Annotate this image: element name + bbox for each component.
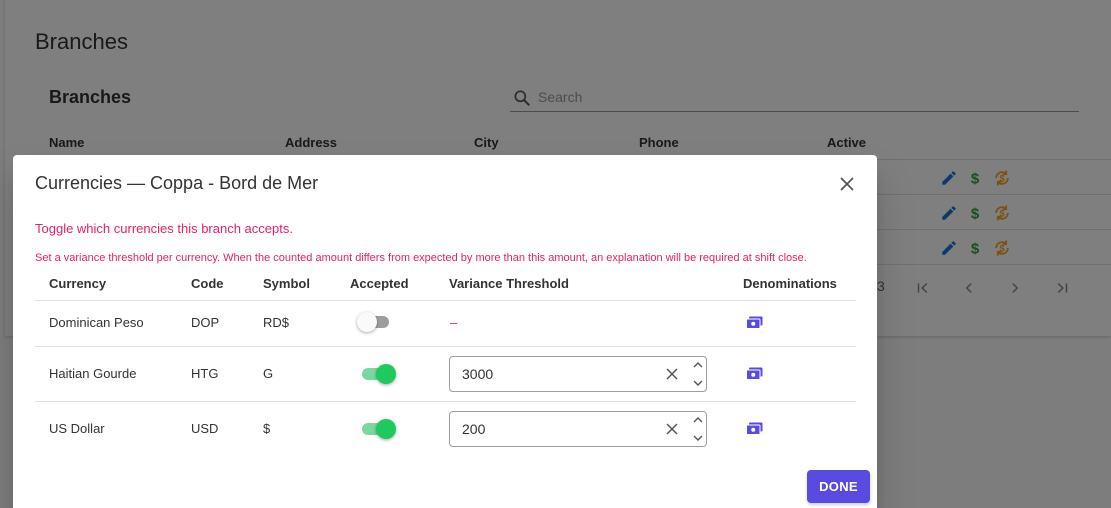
cash-stack-icon[interactable] (746, 422, 763, 435)
row-divider (35, 346, 856, 347)
clear-icon[interactable] (666, 368, 678, 380)
threshold-input-htg[interactable]: 3000 (449, 356, 707, 392)
currency-symbol: $ (263, 421, 271, 436)
column-header-code: Code (191, 276, 224, 291)
threshold-value: 200 (462, 421, 486, 437)
row-divider (35, 300, 856, 301)
currency-symbol: G (263, 366, 274, 381)
toggle-knob (357, 312, 377, 332)
done-button[interactable]: DONE (807, 470, 870, 503)
currency-symbol: RD$ (263, 315, 290, 330)
accepted-toggle-htg[interactable] (360, 364, 396, 384)
column-header-accepted: Accepted (350, 276, 409, 291)
row-divider (35, 401, 856, 402)
column-header-currency: Currency (49, 276, 107, 291)
variance-hint: Set a variance threshold per currency. W… (35, 252, 807, 264)
currency-name: US Dollar (49, 421, 105, 436)
threshold-empty: – (450, 315, 458, 330)
cash-stack-icon[interactable] (746, 367, 763, 380)
accepted-toggle-dop[interactable] (357, 312, 391, 332)
threshold-value: 3000 (462, 366, 494, 382)
column-header-denominations: Denominations (743, 276, 837, 291)
toggle-knob (376, 364, 396, 384)
clear-icon[interactable] (666, 423, 678, 435)
toggle-knob (376, 419, 396, 439)
currency-name: Haitian Gourde (49, 366, 137, 381)
currencies-dialog: Currencies — Coppa - Bord de Mer Toggle … (13, 155, 877, 508)
chevron-up-icon[interactable] (693, 416, 703, 424)
dialog-title: Currencies — Coppa - Bord de Mer (35, 173, 319, 193)
cash-stack-icon[interactable] (746, 316, 763, 329)
chevron-down-icon[interactable] (693, 434, 703, 442)
column-header-symbol: Symbol (263, 276, 310, 291)
chevron-down-icon[interactable] (693, 379, 703, 387)
currency-code: DOP (191, 315, 220, 330)
accepts-hint: Toggle which currencies this branch acce… (35, 221, 293, 236)
accepted-toggle-usd[interactable] (360, 419, 396, 439)
column-header-threshold: Variance Threshold (449, 276, 569, 291)
currency-code: HTG (191, 366, 219, 381)
currency-code: USD (191, 421, 219, 436)
close-icon[interactable] (839, 176, 855, 192)
threshold-input-usd[interactable]: 200 (449, 411, 707, 447)
chevron-up-icon[interactable] (693, 361, 703, 369)
currency-name: Dominican Peso (49, 315, 144, 330)
